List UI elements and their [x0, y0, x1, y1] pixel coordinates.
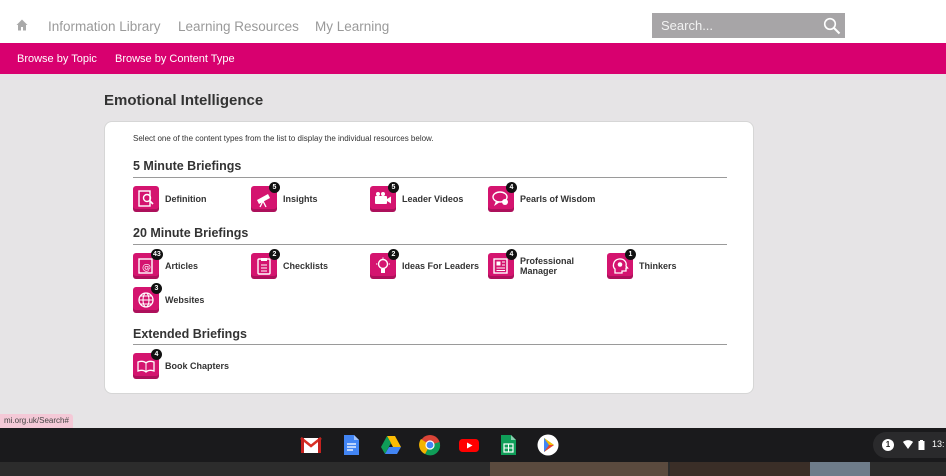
section-title-extended: Extended Briefings	[133, 327, 247, 341]
content-type-label: Definition	[165, 194, 207, 204]
section-title-20-minute: 20 Minute Briefings	[133, 226, 249, 240]
count-badge: 4	[506, 249, 517, 260]
count-badge: 5	[388, 182, 399, 193]
content-type-websites[interactable]: 3 Websites	[133, 283, 251, 313]
content-type-checklists[interactable]: 2 Checklists	[251, 249, 369, 279]
browse-by-topic-link[interactable]: Browse by Topic	[17, 53, 97, 65]
intro-text: Select one of the content types from the…	[133, 134, 434, 143]
count-badge: 2	[269, 249, 280, 260]
content-type-label: Checklists	[283, 261, 329, 271]
content-type-articles[interactable]: @ 43 Articles	[133, 249, 251, 279]
content-type-definition[interactable]: Definition	[133, 186, 251, 212]
system-tray[interactable]: 1 13:	[873, 432, 946, 458]
content-type-ideas-for-leaders[interactable]: 2 Ideas For Leaders	[370, 249, 488, 279]
youtube-icon[interactable]	[458, 434, 480, 456]
sheets-icon[interactable]	[497, 434, 519, 456]
play-store-icon[interactable]	[537, 434, 559, 456]
os-shelf	[0, 428, 946, 462]
chrome-icon[interactable]	[419, 434, 441, 456]
clock: 13:	[932, 439, 945, 449]
count-badge: 3	[151, 283, 162, 294]
content-type-book-chapters[interactable]: 4 Book Chapters	[133, 349, 251, 379]
content-type-professional-manager[interactable]: 4 Professional Manager	[488, 249, 606, 279]
section-title-5-minute: 5 Minute Briefings	[133, 159, 242, 173]
section-divider	[133, 344, 727, 345]
background-photo	[810, 462, 870, 476]
content-type-label: Pearls of Wisdom	[520, 194, 596, 204]
browse-by-content-type-link[interactable]: Browse by Content Type	[115, 53, 235, 65]
content-type-label: Thinkers	[639, 261, 677, 271]
section-divider	[133, 244, 727, 245]
content-type-thinkers[interactable]: 1 Thinkers	[607, 249, 725, 279]
content-type-leader-videos[interactable]: 5 Leader Videos	[370, 182, 488, 212]
count-badge: 43	[151, 249, 163, 260]
content-types-panel: Select one of the content types from the…	[104, 121, 754, 394]
content-type-insights[interactable]: 5 Insights	[251, 182, 369, 212]
drive-icon[interactable]	[380, 434, 402, 456]
home-icon[interactable]	[16, 19, 28, 31]
content-type-label: Professional Manager	[520, 256, 575, 276]
search-input[interactable]	[652, 13, 822, 38]
status-bar-url: mi.org.uk/Search#	[0, 414, 73, 428]
definition-icon	[133, 186, 159, 212]
bottom-strip	[0, 462, 946, 476]
background-photo	[490, 462, 668, 476]
page-title: Emotional Intelligence	[104, 92, 264, 109]
top-navigation: Information Library Learning Resources M…	[0, 0, 946, 43]
count-badge: 2	[388, 249, 399, 260]
content-type-pearls-of-wisdom[interactable]: 4 Pearls of Wisdom	[488, 182, 606, 212]
nav-my-learning[interactable]: My Learning	[315, 19, 389, 34]
search-icon[interactable]	[823, 17, 841, 35]
section-divider	[133, 177, 727, 178]
content-type-label: Insights	[283, 194, 318, 204]
content-type-label: Leader Videos	[402, 194, 464, 204]
nav-learning-resources[interactable]: Learning Resources	[178, 19, 299, 34]
content-type-label: Websites	[165, 295, 205, 305]
content-type-label: Ideas For Leaders	[402, 261, 480, 271]
sub-navigation: Browse by Topic Browse by Content Type	[0, 43, 946, 74]
count-badge: 4	[151, 349, 162, 360]
search-box	[652, 13, 845, 38]
docs-icon[interactable]	[340, 434, 362, 456]
gmail-icon[interactable]	[300, 434, 322, 456]
count-badge: 5	[269, 182, 280, 193]
content-type-label: Articles	[165, 261, 199, 271]
count-badge: 4	[506, 182, 517, 193]
count-badge: 1	[625, 249, 636, 260]
background-photo	[670, 462, 810, 476]
notification-count: 1	[882, 439, 894, 451]
wifi-icon	[903, 440, 913, 449]
svg-text:@: @	[142, 263, 151, 273]
battery-icon	[918, 440, 925, 450]
content-type-label: Book Chapters	[165, 361, 230, 371]
nav-information-library[interactable]: Information Library	[48, 19, 161, 34]
